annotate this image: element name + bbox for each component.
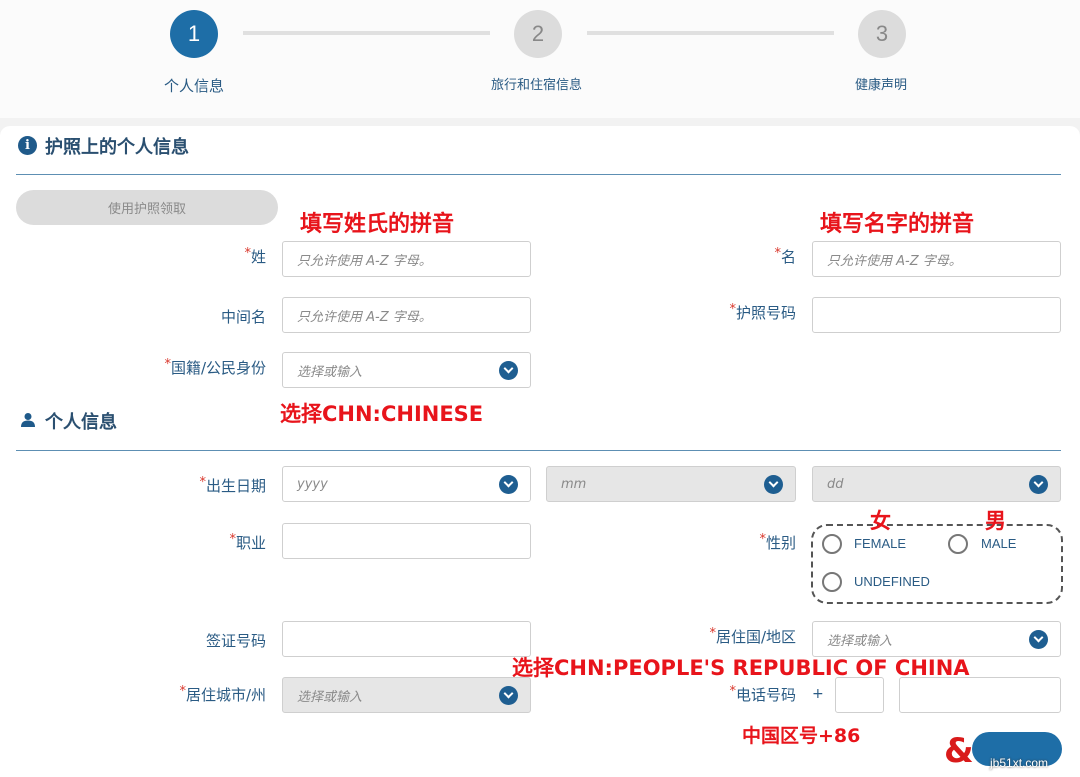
male-radio-label[interactable]: MALE: [981, 536, 1016, 551]
visa-number-input[interactable]: [282, 621, 531, 657]
gender-label: *性别: [759, 532, 796, 552]
nationality-select[interactable]: 选择或输入: [282, 352, 531, 388]
chevron-down-icon[interactable]: [499, 361, 518, 380]
svg-text:&: &: [944, 731, 974, 770]
chevron-down-icon[interactable]: [499, 686, 518, 705]
watermark-text: jb51xt.com: [990, 756, 1049, 770]
info-icon: i: [18, 136, 37, 155]
male-annotation: 男: [985, 509, 1006, 533]
middle-name-label: 中间名: [220, 308, 266, 326]
user-icon: [20, 412, 36, 428]
female-radio-label[interactable]: FEMALE: [854, 536, 906, 551]
step-1-circle[interactable]: 1: [170, 10, 218, 58]
given-name-annotation: 填写名字的拼音: [820, 212, 975, 237]
day-placeholder: dd: [827, 476, 844, 492]
phone-country-code-input[interactable]: [835, 677, 884, 713]
nationality-placeholder: 选择或输入: [297, 364, 363, 380]
dob-year-select[interactable]: yyyy: [282, 466, 531, 502]
passport-number-input[interactable]: [812, 297, 1061, 333]
surname-label: *姓: [244, 246, 266, 266]
chevron-down-icon[interactable]: [499, 475, 518, 494]
read-passport-button[interactable]: 使用护照领取: [16, 190, 278, 225]
personal-section-title: 个人信息: [45, 412, 117, 433]
occupation-input[interactable]: [282, 523, 531, 559]
female-annotation: 女: [870, 509, 891, 533]
phone-annotation: 中国区号+86: [742, 725, 861, 747]
step-1-label: 个人信息: [164, 77, 225, 95]
phone-number-input[interactable]: [899, 677, 1061, 713]
chevron-down-icon[interactable]: [764, 475, 783, 494]
city-placeholder: 选择或输入: [297, 689, 363, 705]
step-3-label: 健康声明: [855, 78, 908, 93]
given-name-input[interactable]: 只允许使用 A-Z 字母。: [812, 241, 1061, 277]
male-radio[interactable]: [948, 534, 968, 554]
nationality-annotation: 选择CHN:CHINESE: [280, 402, 484, 426]
dob-label: *出生日期: [199, 475, 266, 495]
occupation-label: *职业: [229, 532, 266, 552]
chevron-down-icon[interactable]: [1029, 475, 1048, 494]
step-3-circle[interactable]: 3: [858, 10, 906, 58]
passport-number-label: *护照号码: [729, 302, 796, 322]
step-connector: [587, 31, 834, 35]
dob-day-select[interactable]: dd: [812, 466, 1061, 502]
step-connector: [243, 31, 490, 35]
surname-input[interactable]: 只允许使用 A-Z 字母。: [282, 241, 531, 277]
step-2-circle[interactable]: 2: [514, 10, 562, 58]
step-2-label: 旅行和住宿信息: [491, 78, 583, 93]
passport-section-title: 护照上的个人信息: [45, 137, 189, 158]
country-placeholder: 选择或输入: [827, 633, 893, 649]
undefined-radio-label[interactable]: UNDEFINED: [854, 574, 930, 589]
city-residence-select[interactable]: 选择或输入: [282, 677, 531, 713]
female-radio[interactable]: [822, 534, 842, 554]
gender-group: [811, 524, 1063, 604]
nationality-label: *国籍/公民身份: [164, 357, 266, 377]
phone-label: *电话号码: [729, 684, 796, 704]
given-name-label: *名: [774, 246, 796, 266]
section-divider: [16, 174, 1061, 175]
year-placeholder: yyyy: [297, 476, 328, 492]
middle-name-input[interactable]: 只允许使用 A-Z 字母。: [282, 297, 531, 333]
surname-annotation: 填写姓氏的拼音: [300, 212, 455, 237]
phone-plus-sign: +: [812, 686, 824, 702]
country-residence-label: *居住国/地区: [709, 626, 796, 646]
dob-month-select[interactable]: mm: [546, 466, 796, 502]
undefined-radio[interactable]: [822, 572, 842, 592]
city-residence-label: *居住城市/州: [179, 684, 266, 704]
visa-number-label: 签证号码: [205, 632, 266, 650]
month-placeholder: mm: [561, 476, 587, 492]
section-divider: [16, 450, 1061, 451]
watermark-logo: &: [942, 730, 978, 771]
chevron-down-icon[interactable]: [1029, 630, 1048, 649]
